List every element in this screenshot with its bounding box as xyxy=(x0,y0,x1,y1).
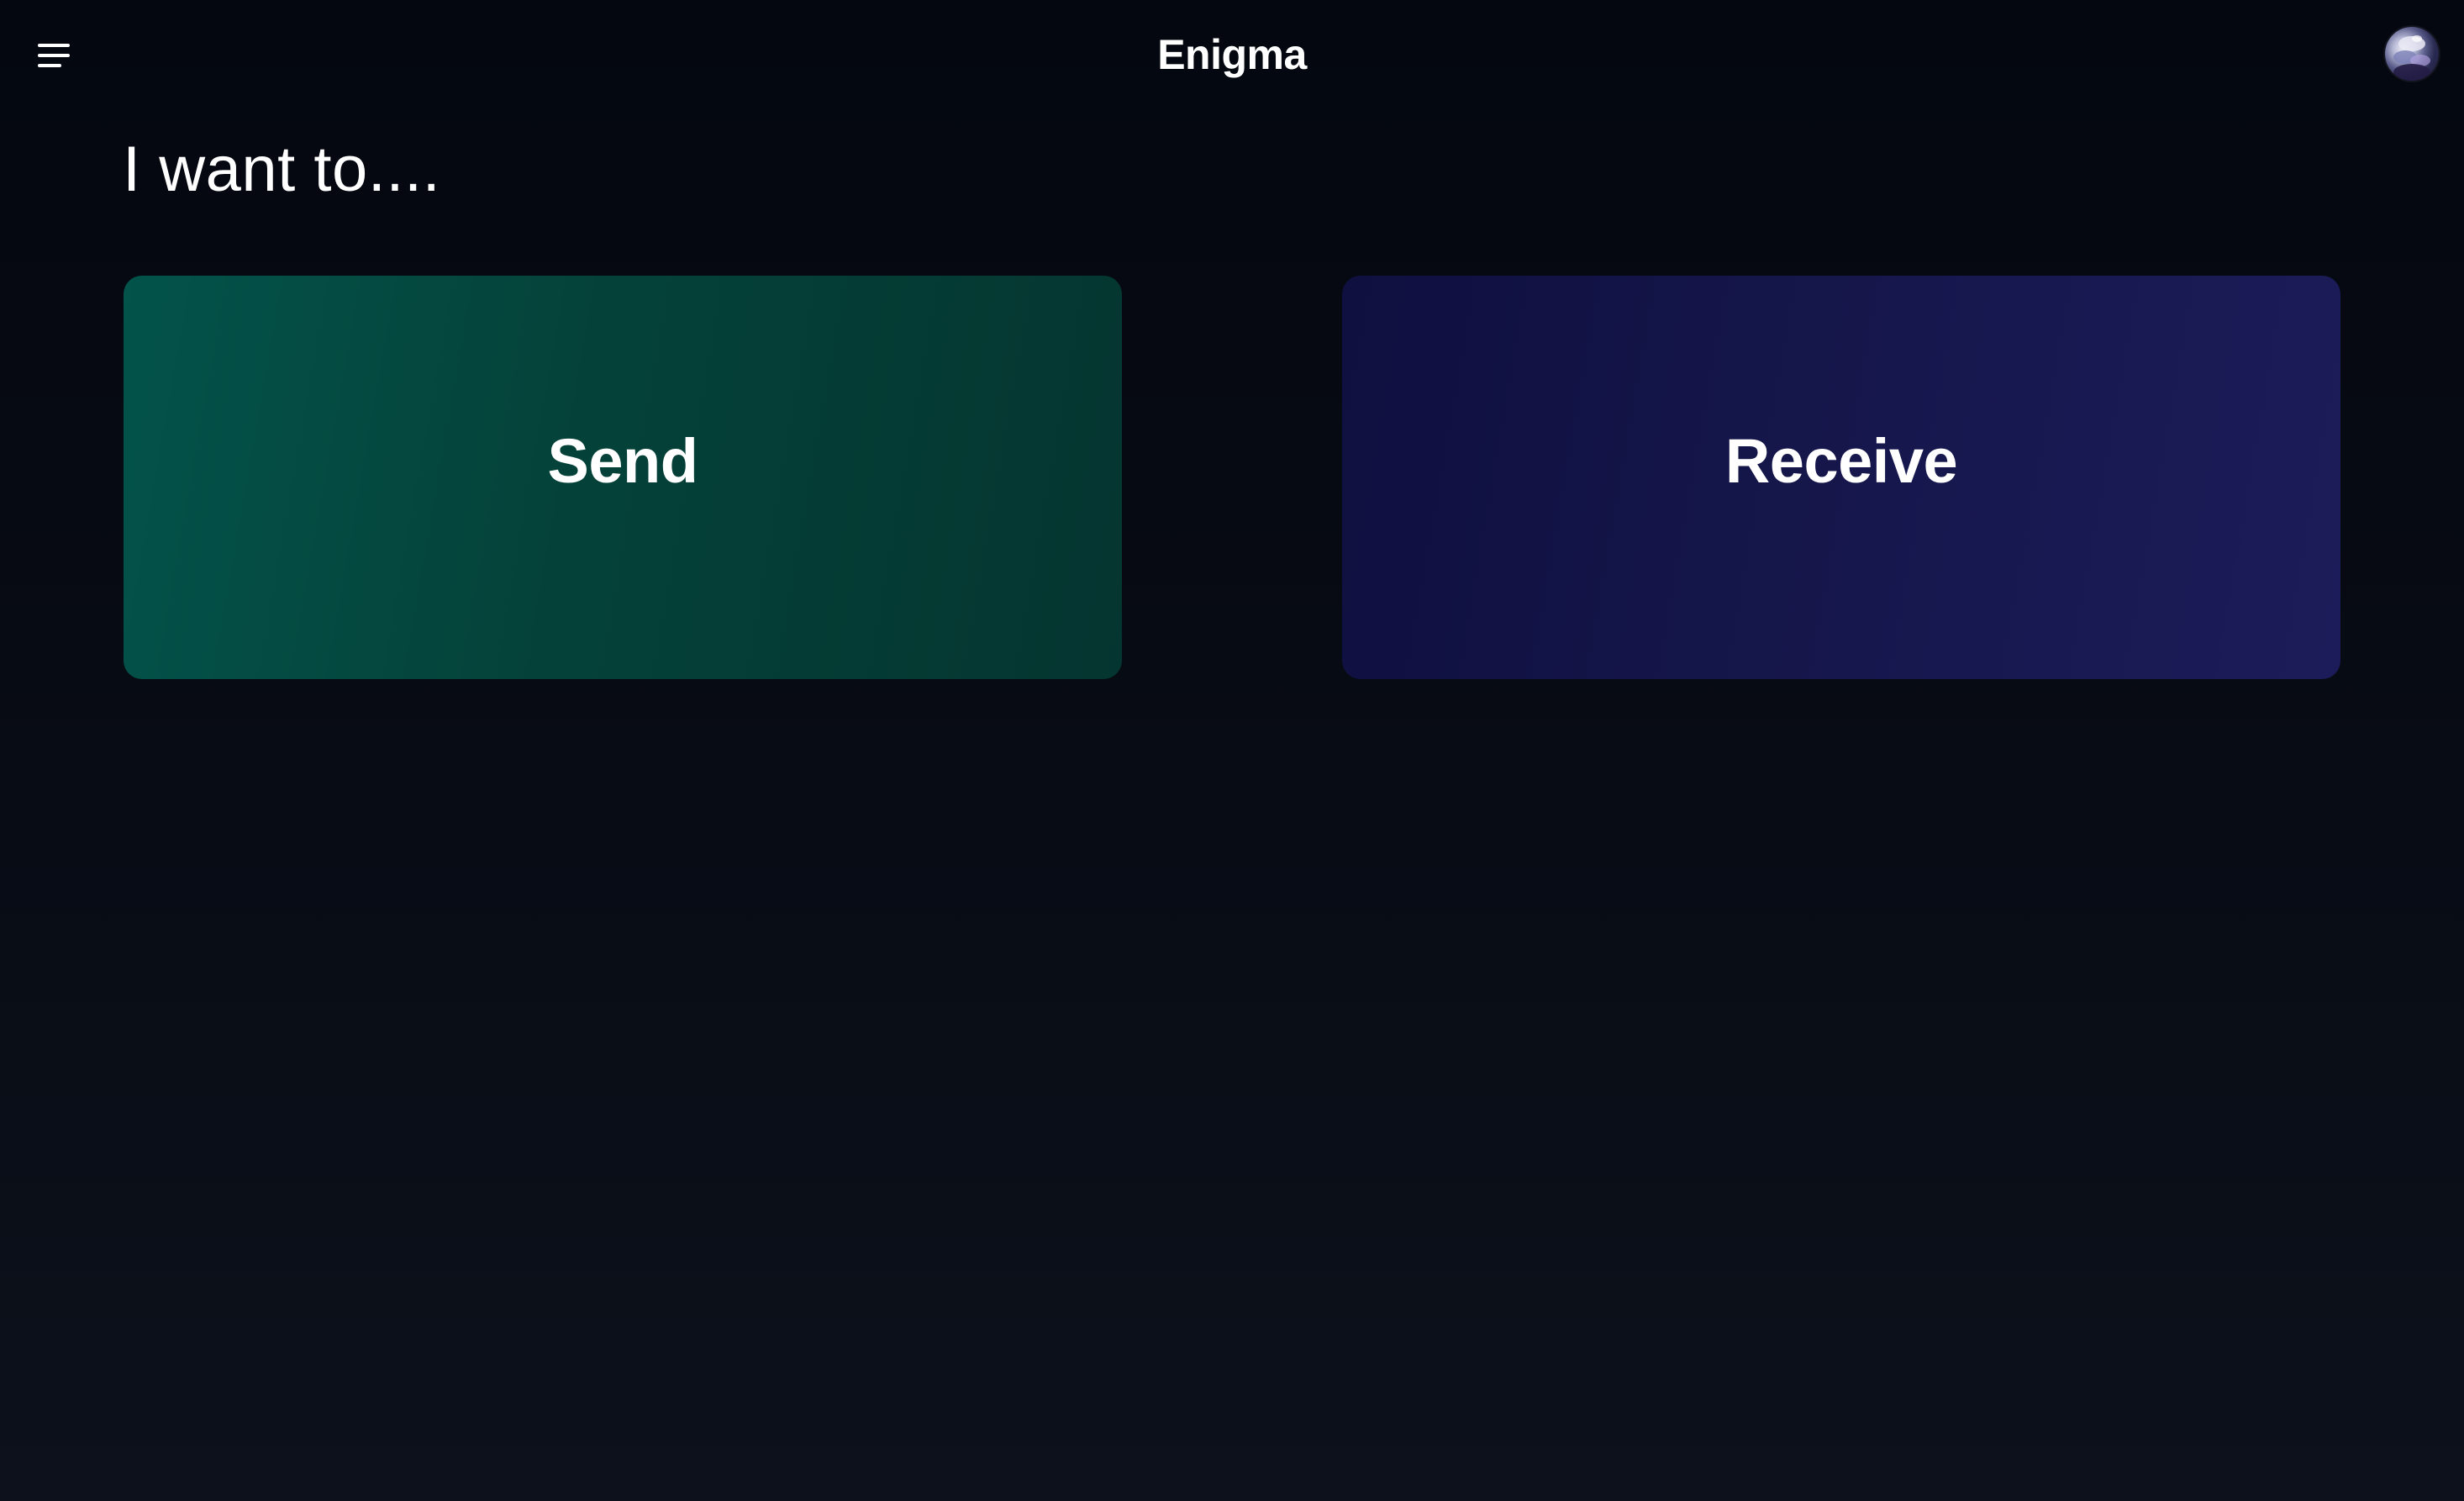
receive-button[interactable]: Receive xyxy=(1342,276,2340,679)
send-button[interactable]: Send xyxy=(124,276,1122,679)
user-avatar[interactable] xyxy=(2385,27,2439,81)
receive-button-label: Receive xyxy=(1724,425,1958,496)
top-bar: Enigma xyxy=(0,0,2464,109)
send-button-label: Send xyxy=(547,425,698,496)
app-title: Enigma xyxy=(1157,31,1307,78)
page-prompt: I want to.... xyxy=(123,134,441,205)
avatar-image-icon xyxy=(2393,35,2430,81)
menu-button[interactable] xyxy=(29,30,79,81)
hamburger-menu-icon xyxy=(38,44,70,67)
